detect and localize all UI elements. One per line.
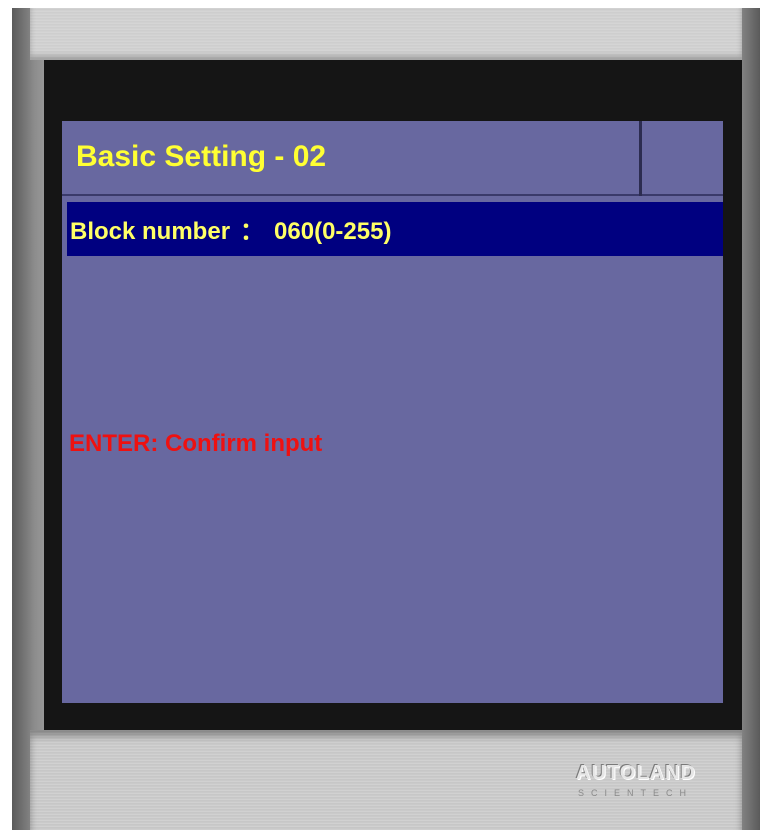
enter-hint: ENTER: Confirm input <box>69 430 323 457</box>
page-title: Basic Setting - 02 <box>76 140 327 173</box>
block-number-separator: ： <box>240 218 265 245</box>
diagnostic-device: Basic Setting - 02 Block number ： 060(0-25… <box>0 0 760 838</box>
logo-main-text: AUTOLAND <box>576 762 696 784</box>
logo-sub-text: SCIENTECH <box>578 788 694 798</box>
block-number-value[interactable]: 060(0-255) <box>274 218 391 245</box>
autoland-logo: AUTOLAND SCIENTECH <box>576 762 736 806</box>
top-metal-panel <box>30 8 742 60</box>
title-divider <box>639 121 642 196</box>
block-number-row-text[interactable]: Block number ： 060(0-255) <box>70 211 391 246</box>
block-number-label: Block number <box>70 218 231 245</box>
